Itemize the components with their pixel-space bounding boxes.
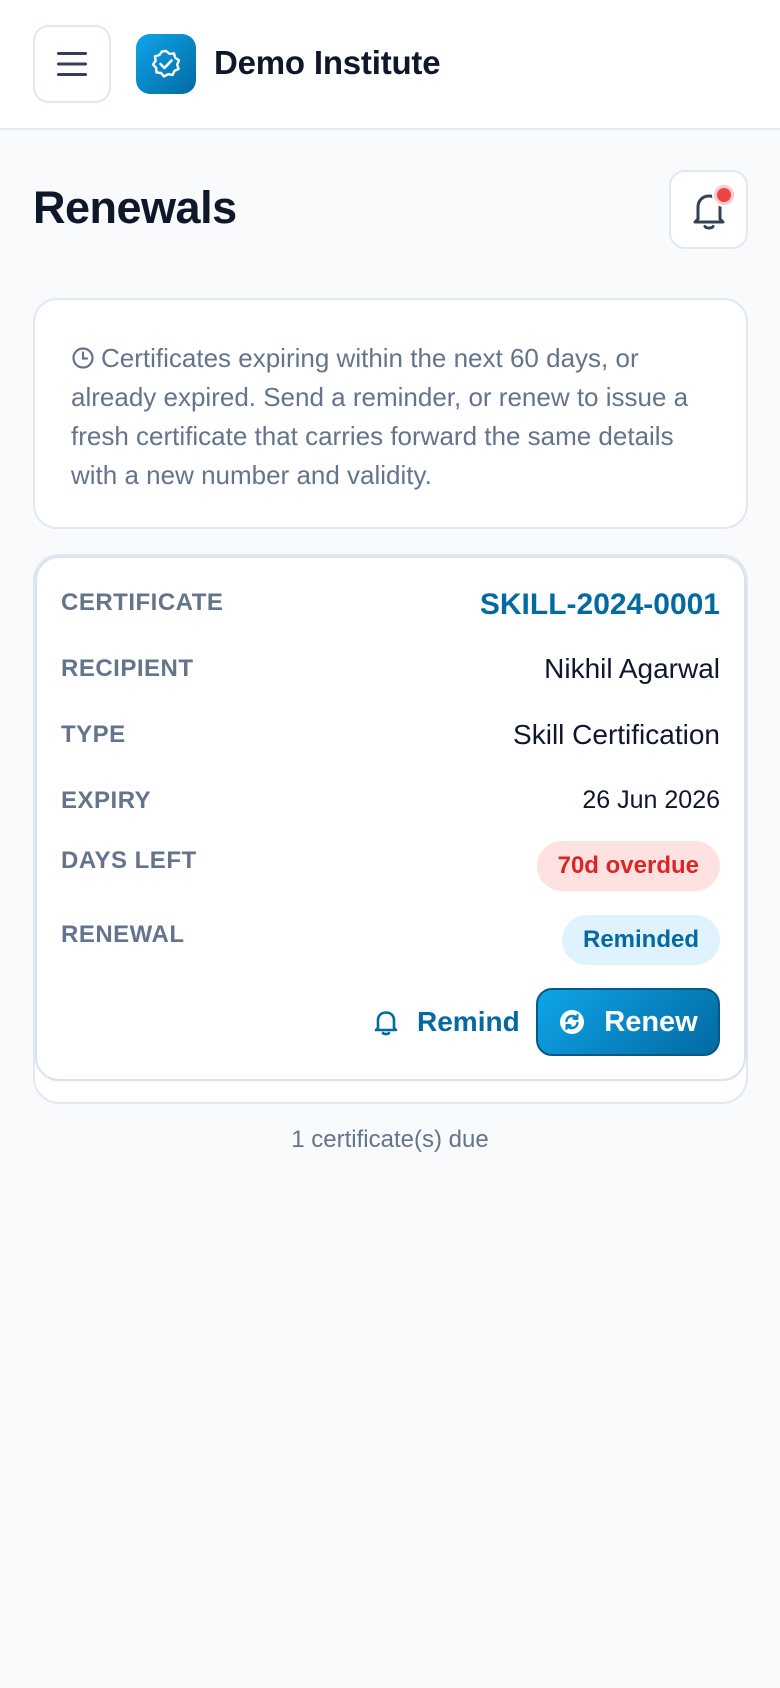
verified-badge-icon	[151, 49, 181, 78]
expiry-date: 26 Jun 2026	[582, 786, 720, 814]
hamburger-menu-icon	[57, 52, 87, 76]
notification-dot	[714, 185, 734, 205]
menu-button[interactable]	[33, 25, 111, 103]
bell-icon	[374, 1011, 398, 1036]
renew-label: Renew	[604, 1005, 698, 1038]
page-title: Renewals	[33, 182, 237, 233]
certificate-label: CERTIFICATE	[61, 589, 224, 616]
due-count: 1 certificate(s) due	[291, 1126, 489, 1153]
recipient-name: Nikhil Agarwal	[544, 653, 720, 684]
certificate-type: Skill Certification	[513, 719, 720, 750]
recipient-label: RECIPIENT	[61, 655, 194, 682]
info-text: Certificates expiring within the next 60…	[71, 343, 689, 490]
remind-label: Remind	[417, 1006, 520, 1037]
clock-icon	[72, 347, 94, 369]
expiry-label: EXPIRY	[61, 787, 152, 814]
renewal-status-badge: Reminded	[561, 915, 720, 965]
renew-button[interactable]: Renew	[536, 988, 720, 1056]
brand-name: Demo Institute	[214, 44, 441, 81]
top-bar: Demo Institute	[0, 0, 780, 130]
info-card: Certificates expiring within the next 60…	[33, 298, 748, 529]
refresh-icon	[560, 1010, 585, 1034]
type-label: TYPE	[61, 721, 126, 748]
renewal-label: RENEWAL	[61, 921, 185, 948]
certificate-id[interactable]: SKILL-2024-0001	[480, 588, 720, 622]
info-description: Certificates expiring within the next 60…	[71, 339, 712, 495]
remind-button[interactable]: Remind	[357, 989, 536, 1055]
certificate-card: CERTIFICATE SKILL-2024-0001 RECIPIENT Ni…	[35, 556, 746, 1081]
days-left-label: DAYS LEFT	[61, 847, 197, 874]
notifications-button[interactable]	[669, 170, 748, 249]
brand-logo[interactable]	[136, 34, 196, 94]
overdue-badge: 70d overdue	[536, 841, 720, 891]
